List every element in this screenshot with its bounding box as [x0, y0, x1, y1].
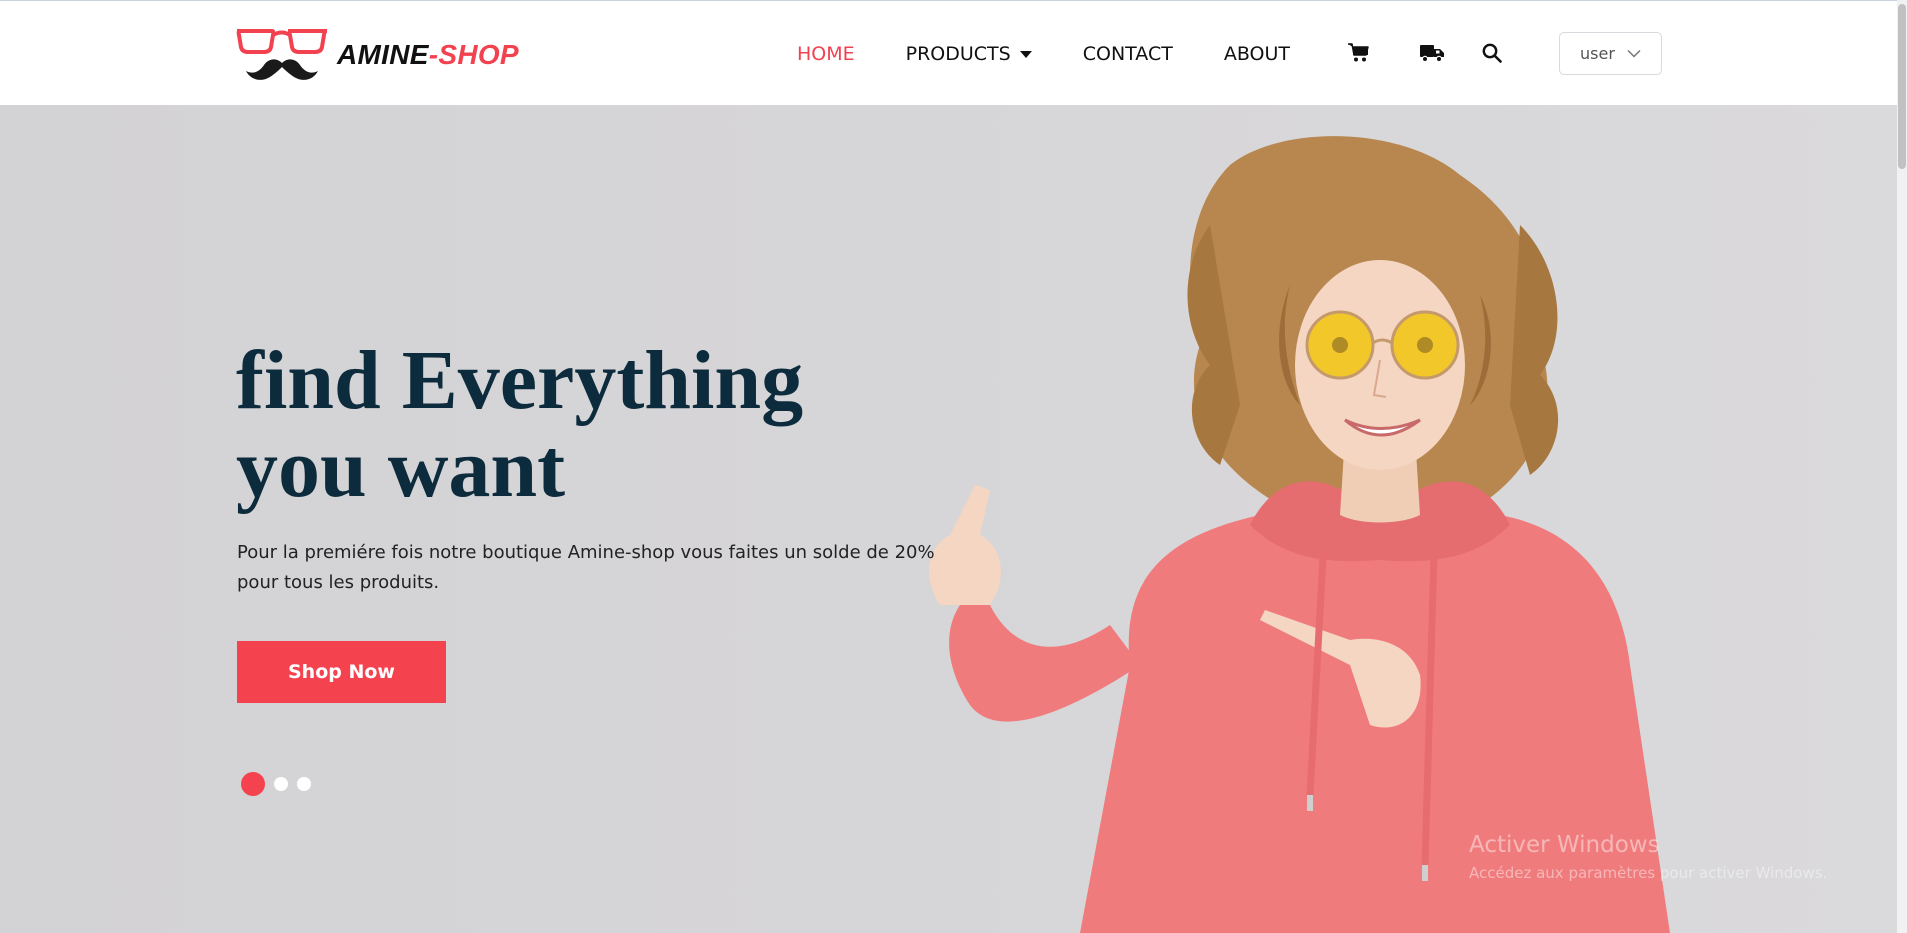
- watermark-title: Activer Windows: [1469, 832, 1660, 858]
- windows-activation-watermark: Activer Windows Accédez aux paramètres p…: [1469, 832, 1827, 882]
- brand-logo[interactable]: AMINE-SHOP: [236, 25, 519, 85]
- search-icon[interactable]: [1478, 39, 1506, 67]
- hero-banner: find Everything you want Pour la premiér…: [0, 105, 1897, 933]
- user-select[interactable]: user: [1559, 32, 1662, 75]
- brand-name-part1: AMINE: [337, 39, 429, 70]
- chevron-down-icon: [1627, 49, 1641, 58]
- brand-name-part2: -SHOP: [428, 39, 519, 70]
- glasses-mustache-icon: [236, 29, 327, 80]
- shop-now-button[interactable]: Shop Now: [237, 641, 446, 703]
- main-nav: HOME PRODUCTS CONTACT ABOUT: [797, 1, 1290, 106]
- page-scrollbar[interactable]: [1897, 0, 1907, 933]
- nav-contact[interactable]: CONTACT: [1083, 43, 1173, 65]
- carousel-indicators: [241, 772, 311, 796]
- hero-subtext: Pour la premiére fois notre boutique Ami…: [237, 542, 935, 593]
- carousel-dot-1[interactable]: [241, 772, 265, 796]
- cart-icon[interactable]: [1345, 39, 1373, 67]
- scrollbar-thumb[interactable]: [1898, 4, 1906, 169]
- carousel-dot-2[interactable]: [274, 777, 288, 791]
- site-header: AMINE-SHOP HOME PRODUCTS CONTACT ABOUT u…: [0, 0, 1897, 105]
- hero-headline: find Everything you want: [236, 337, 936, 513]
- nav-home[interactable]: HOME: [797, 43, 855, 65]
- nav-about[interactable]: ABOUT: [1224, 43, 1290, 65]
- user-select-value: user: [1580, 44, 1615, 63]
- brand-name: AMINE-SHOP: [337, 39, 519, 71]
- delivery-truck-icon[interactable]: [1418, 39, 1446, 67]
- nav-products-label: PRODUCTS: [905, 42, 1011, 65]
- nav-products[interactable]: PRODUCTS: [906, 43, 1032, 65]
- caret-down-icon: [1019, 51, 1032, 58]
- watermark-subtitle: Accédez aux paramètres pour activer Wind…: [1469, 864, 1828, 882]
- hero-headline-line1: find Everything: [236, 334, 804, 427]
- carousel-dot-3[interactable]: [297, 777, 311, 791]
- hero-headline-line2: you want: [236, 422, 566, 515]
- hero-woman-image: [929, 136, 1670, 933]
